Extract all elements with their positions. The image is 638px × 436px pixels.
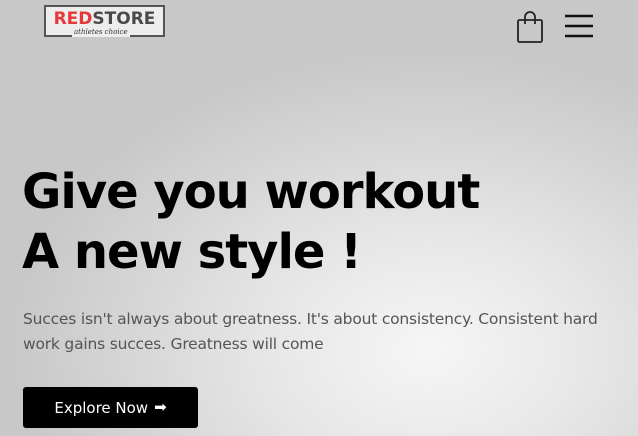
- shopping-bag-icon[interactable]: [514, 10, 546, 44]
- logo-wordmark: REDSTORE: [46, 10, 163, 29]
- logo-tagline: athletes choice: [72, 28, 130, 37]
- logo-red-text: RED: [53, 9, 93, 29]
- hamburger-menu-icon[interactable]: [563, 13, 595, 39]
- headline-line-2: A new style !: [22, 224, 362, 280]
- hero-headline: Give you workout A new style !: [22, 162, 480, 282]
- headline-line-1: Give you workout: [22, 164, 480, 220]
- explore-now-label: Explore Now: [54, 398, 149, 417]
- brand-logo[interactable]: REDSTORE athletes choice: [44, 5, 165, 37]
- hero-description: Succes isn't always about greatness. It'…: [23, 310, 598, 353]
- logo-grey-text: STORE: [92, 9, 156, 29]
- explore-now-button[interactable]: Explore Now ➡: [23, 387, 198, 428]
- arrow-right-icon: ➡: [154, 398, 167, 416]
